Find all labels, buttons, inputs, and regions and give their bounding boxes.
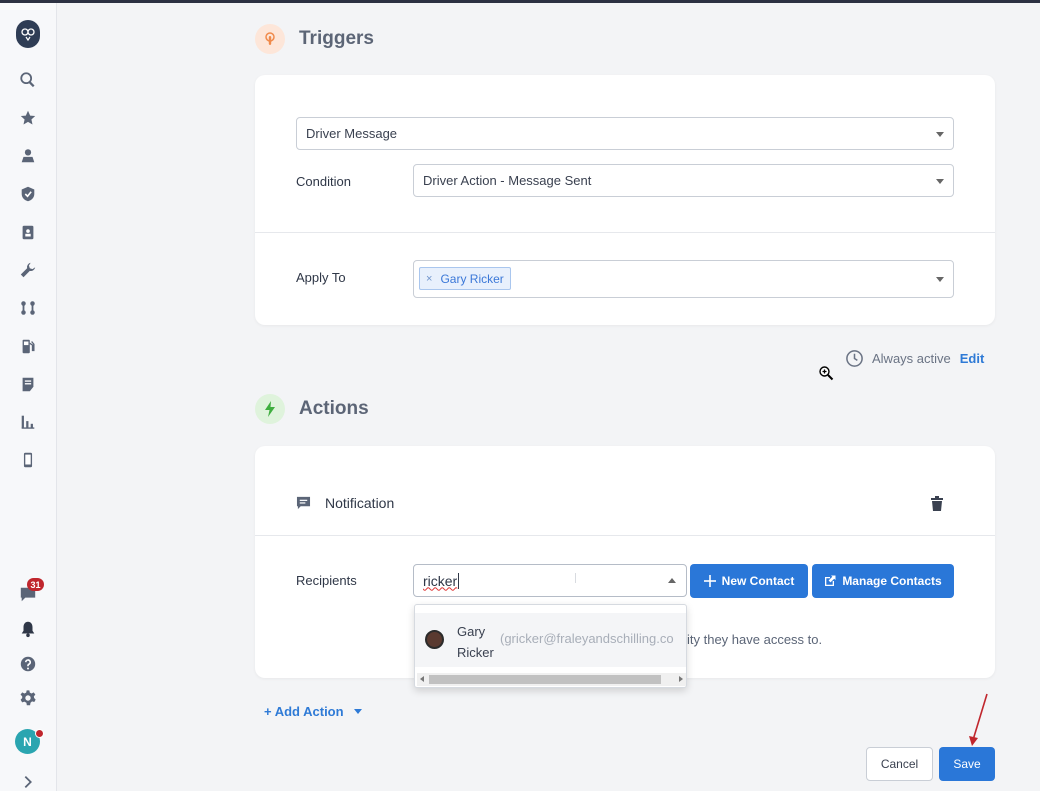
mobile-device-icon[interactable]	[17, 449, 39, 471]
zoom-cursor-icon	[818, 365, 834, 386]
search-icon[interactable]	[17, 69, 39, 91]
chevron-up-icon	[668, 577, 676, 583]
manage-contacts-label: Manage Contacts	[842, 574, 942, 588]
star-icon[interactable]	[17, 107, 39, 129]
caret-down-icon	[353, 709, 362, 714]
triggers-card: Driver Message Condition Driver Action -…	[255, 75, 995, 325]
manage-contacts-button[interactable]: Manage Contacts	[812, 564, 954, 598]
trash-icon[interactable]	[931, 496, 943, 516]
add-action-label: + Add Action	[264, 704, 344, 719]
annotation-arrow-icon	[969, 693, 988, 746]
fuel-pump-icon[interactable]	[17, 335, 39, 357]
bell-icon[interactable]	[17, 618, 39, 640]
triggers-header: Triggers	[255, 24, 374, 54]
map-pin-user-icon[interactable]	[17, 145, 39, 167]
apply-to-multiselect[interactable]: × Gary Ricker	[413, 260, 954, 298]
recipients-input-value: ricker	[423, 572, 458, 589]
scroll-left-icon[interactable]	[420, 676, 424, 682]
avatar	[425, 630, 444, 649]
add-action-button[interactable]: + Add Action	[264, 704, 362, 719]
selected-tag: × Gary Ricker	[419, 267, 511, 290]
wrench-icon[interactable]	[17, 259, 39, 281]
status-dot	[35, 729, 44, 738]
divider	[255, 535, 995, 536]
schedule-row: Always active Edit	[845, 349, 984, 368]
condition-value: Driver Action - Message Sent	[423, 173, 592, 188]
tag-remove-icon[interactable]: ×	[426, 273, 432, 285]
clipboard-user-icon[interactable]	[17, 221, 39, 243]
sidebar: 31 N	[0, 3, 57, 791]
external-link-icon	[825, 575, 836, 586]
apply-to-label: Apply To	[296, 270, 346, 285]
condition-select[interactable]: Driver Action - Message Sent	[413, 164, 954, 197]
trigger-type-select[interactable]: Driver Message	[296, 117, 954, 150]
save-button[interactable]: Save	[939, 747, 995, 781]
trigger-type-value: Driver Message	[306, 126, 398, 141]
actions-header: Actions	[255, 394, 369, 424]
option-email: (gricker@fraleyandschilling.co	[500, 631, 674, 646]
dropdown-option[interactable]: Gary Ricker (gricker@fraleyandschilling.…	[415, 613, 686, 667]
chat-message-icon	[296, 496, 311, 515]
top-border	[0, 0, 1040, 3]
cancel-button[interactable]: Cancel	[866, 747, 933, 781]
schedule-status: Always active	[872, 351, 951, 366]
owl-logo-icon[interactable]	[16, 20, 40, 48]
plus-icon	[703, 575, 716, 587]
clock-icon	[846, 350, 863, 367]
messages-badge: 31	[27, 578, 44, 591]
notification-label: Notification	[325, 495, 395, 511]
horizontal-scrollbar[interactable]	[417, 673, 686, 686]
recipients-dropdown: Gary Ricker (gricker@fraleyandschilling.…	[414, 604, 687, 688]
recipients-input[interactable]: ricker	[413, 564, 687, 597]
new-contact-button[interactable]: New Contact	[690, 564, 808, 598]
bar-chart-icon[interactable]	[17, 411, 39, 433]
new-contact-label: New Contact	[721, 574, 795, 588]
document-icon[interactable]	[17, 373, 39, 395]
text-cursor	[458, 572, 460, 589]
option-name: Gary Ricker	[457, 624, 494, 660]
gear-icon[interactable]	[17, 687, 39, 709]
recipients-label: Recipients	[296, 573, 357, 588]
scrollbar-thumb[interactable]	[429, 675, 661, 684]
chevron-right-icon[interactable]	[17, 771, 39, 791]
chevron-down-icon	[936, 131, 944, 137]
recipients-hint: ity they have access to.	[687, 632, 823, 647]
tag-label: Gary Ricker	[440, 271, 504, 286]
condition-label: Condition	[296, 174, 351, 189]
input-separator	[575, 573, 576, 583]
route-icon[interactable]	[17, 297, 39, 319]
triggers-title: Triggers	[299, 28, 374, 49]
shield-check-icon[interactable]	[17, 183, 39, 205]
help-icon[interactable]	[17, 653, 39, 675]
chevron-down-icon	[936, 178, 944, 184]
hand-tap-icon	[255, 24, 285, 54]
divider	[255, 232, 995, 233]
scroll-right-icon[interactable]	[679, 676, 683, 682]
lightning-icon	[255, 394, 285, 424]
chevron-down-icon	[936, 277, 944, 282]
actions-title: Actions	[299, 398, 369, 419]
edit-schedule-link[interactable]: Edit	[960, 351, 985, 366]
